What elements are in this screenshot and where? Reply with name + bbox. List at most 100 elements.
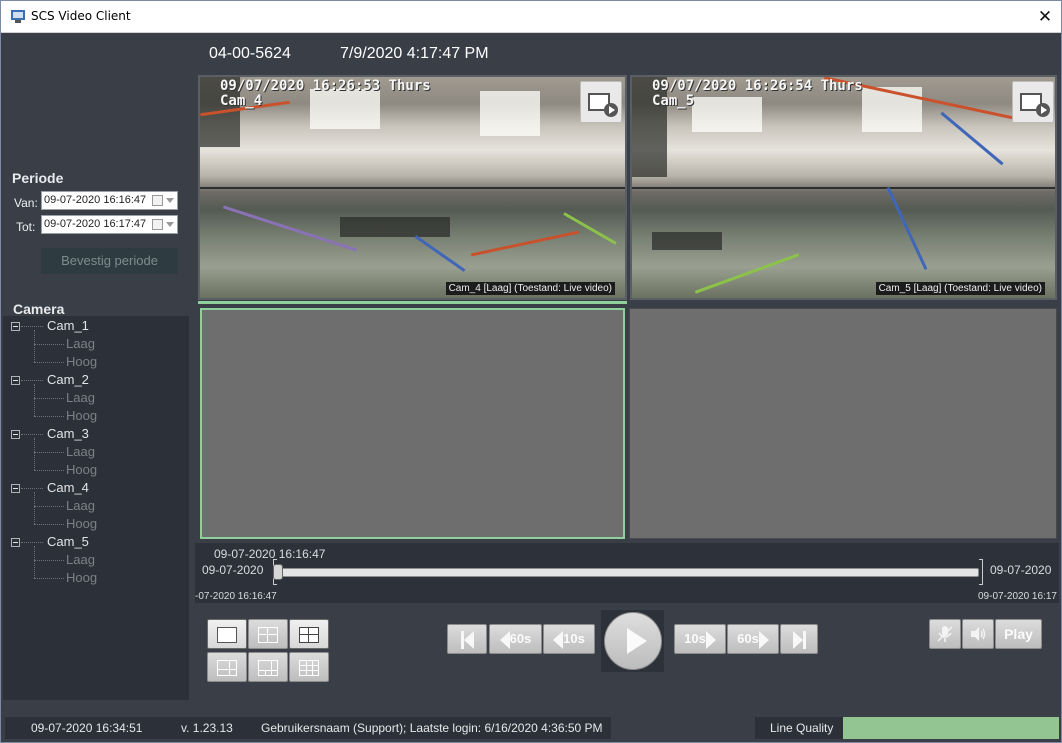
layout-3x3-icon xyxy=(299,660,319,676)
van-label: Van: xyxy=(14,196,38,210)
rewind-icon xyxy=(499,630,510,649)
microphone-button[interactable] xyxy=(929,619,961,649)
timeline-end-time: 09-07-2020 16:17 xyxy=(978,591,1057,602)
collapse-icon[interactable] xyxy=(11,430,20,439)
skip-end-icon xyxy=(792,630,806,649)
tree-item-cam-4-hoog[interactable]: Hoog xyxy=(66,516,97,531)
status-datetime: 09-07-2020 16:34:51 xyxy=(31,721,143,735)
calendar-icon[interactable] xyxy=(152,219,163,230)
layout-1x1-icon xyxy=(217,627,237,643)
tree-item-cam-2-laag[interactable]: Laag xyxy=(66,390,95,405)
fwd-10s-label: 10s xyxy=(684,631,706,646)
layout-1x1-button[interactable] xyxy=(207,619,247,649)
play-icon xyxy=(1036,103,1050,117)
tree-item-cam-5-hoog[interactable]: Hoog xyxy=(66,570,97,585)
skip-to-start-button[interactable] xyxy=(447,624,487,654)
main-content: 04-00-5624 7/9/2020 4:17:47 PM Periode V… xyxy=(3,34,1059,742)
layout-3x3-button[interactable] xyxy=(289,652,329,682)
video-caption: Cam_5 [Laag] (Toestand: Live video) xyxy=(875,282,1045,295)
close-icon[interactable]: ✕ xyxy=(1031,4,1059,30)
rewind-icon xyxy=(553,630,564,649)
timeline-start-date: 09-07-2020 xyxy=(202,563,264,577)
video-tile-empty[interactable] xyxy=(629,308,1057,539)
timeline-cursor-time: 09-07-2020 16:16:47 xyxy=(214,547,326,561)
timeline-track[interactable] xyxy=(279,568,979,577)
layout-1plus3-icon xyxy=(217,660,237,676)
device-id: 04-00-5624 xyxy=(209,45,291,62)
speaker-button[interactable] xyxy=(962,619,994,649)
collapse-icon[interactable] xyxy=(11,484,20,493)
forward-60s-button[interactable]: 60s xyxy=(727,624,779,654)
layout-2x2-icon xyxy=(258,627,278,643)
tree-item-cam-3-laag[interactable]: Laag xyxy=(66,444,95,459)
skip-to-end-button[interactable] xyxy=(780,624,818,654)
tree-item-cam-2[interactable]: Cam_2 xyxy=(47,372,89,387)
collapse-icon[interactable] xyxy=(11,538,20,547)
forward-10s-button[interactable]: 10s xyxy=(674,624,726,654)
window-title: SCS Video Client xyxy=(31,9,131,23)
collapse-icon[interactable] xyxy=(11,376,20,385)
video-tile-empty-selected[interactable] xyxy=(200,308,625,539)
back-60s-button[interactable]: 60s xyxy=(489,624,542,654)
layout-2x2-button[interactable] xyxy=(248,619,288,649)
current-datetime: 7/9/2020 4:17:47 PM xyxy=(340,45,489,62)
tree-item-cam-1-laag[interactable]: Laag xyxy=(66,336,95,351)
forward-icon xyxy=(705,630,716,649)
back-60s-label: 60s xyxy=(509,631,532,646)
video-playback-button[interactable] xyxy=(1012,81,1054,123)
video-tile-cam-4[interactable]: 09/07/2020 16:26:53 Thurs Cam_4 Cam_4 [L… xyxy=(198,75,627,300)
line-quality-indicator xyxy=(843,717,1059,739)
app-window: SCS Video Client ✕ 04-00-5624 7/9/2020 4… xyxy=(0,0,1062,743)
back-10s-button[interactable]: 10s xyxy=(543,624,595,654)
camera-title: Camera xyxy=(13,301,65,317)
tot-date-picker[interactable]: 09-07-2020 16:17:47 xyxy=(41,215,178,234)
osd-timestamp: 09/07/2020 16:26:53 Thurs xyxy=(220,78,431,94)
timeline-thumb[interactable] xyxy=(273,564,283,580)
van-date-picker[interactable]: 09-07-2020 16:16:47 xyxy=(41,191,178,210)
collapse-icon[interactable] xyxy=(11,322,20,331)
tree-item-cam-1[interactable]: Cam_1 xyxy=(47,318,89,333)
play-icon xyxy=(604,612,662,670)
confirm-period-button[interactable]: Bevestig periode xyxy=(41,248,178,274)
tree-item-cam-3-hoog[interactable]: Hoog xyxy=(66,462,97,477)
video-tile-cam-5[interactable]: 09/07/2020 16:26:54 Thurs Cam_5 Cam_5 [L… xyxy=(630,75,1057,300)
video-playback-button[interactable] xyxy=(580,81,622,123)
status-bar: 09-07-2020 16:34:51 v. 1.23.13 Gebruiker… xyxy=(3,713,1059,742)
skip-start-icon xyxy=(460,630,474,649)
layout-grid-icon xyxy=(299,627,319,643)
speaker-icon xyxy=(971,627,986,641)
tree-item-cam-2-hoog[interactable]: Hoog xyxy=(66,408,97,423)
fwd-60s-label: 60s xyxy=(737,631,759,646)
chevron-down-icon[interactable] xyxy=(166,222,174,227)
calendar-icon[interactable] xyxy=(152,195,163,206)
tree-item-cam-5-laag[interactable]: Laag xyxy=(66,552,95,567)
tot-date-value: 09-07-2020 16:17:47 xyxy=(44,218,147,230)
layout-1plus3-button[interactable] xyxy=(207,652,247,682)
play-pause-button[interactable] xyxy=(601,610,664,672)
video-feed xyxy=(200,77,625,298)
title-bar: SCS Video Client ✕ xyxy=(1,1,1061,33)
back-10s-label: 10s xyxy=(563,631,585,646)
tree-item-cam-3[interactable]: Cam_3 xyxy=(47,426,89,441)
tree-item-cam-4[interactable]: Cam_4 xyxy=(47,480,89,495)
osd-camera-name: Cam_5 xyxy=(652,93,695,109)
tree-item-cam-1-hoog[interactable]: Hoog xyxy=(66,354,97,369)
play-icon xyxy=(604,103,618,117)
tree-item-cam-4-laag[interactable]: Laag xyxy=(66,498,95,513)
layout-2x2-selected-button[interactable] xyxy=(289,619,329,649)
selection-indicator xyxy=(198,301,627,304)
video-caption: Cam_4 [Laag] (Toestand: Live video) xyxy=(445,282,615,295)
periode-title: Periode xyxy=(12,170,64,186)
osd-timestamp: 09/07/2020 16:26:54 Thurs xyxy=(652,78,863,94)
timeline-start-time: -07-2020 16:16:47 xyxy=(195,591,277,602)
tree-item-cam-5[interactable]: Cam_5 xyxy=(47,534,89,549)
camera-tree: Cam_1 Laag Hoog Cam_2 Laag Hoog Cam_3 La… xyxy=(3,316,189,700)
timeline-end-date: 09-07-2020 xyxy=(990,563,1052,577)
chevron-down-icon[interactable] xyxy=(166,198,174,203)
timeline-end-bracket[interactable] xyxy=(979,559,983,585)
line-quality-label: Line Quality xyxy=(770,721,834,735)
play-audio-button[interactable]: Play xyxy=(995,619,1042,649)
layout-1plus5-button[interactable] xyxy=(248,652,288,682)
video-osd: 09/07/2020 16:26:54 Thurs Cam_5 xyxy=(652,79,863,109)
microphone-muted-icon xyxy=(937,626,953,642)
